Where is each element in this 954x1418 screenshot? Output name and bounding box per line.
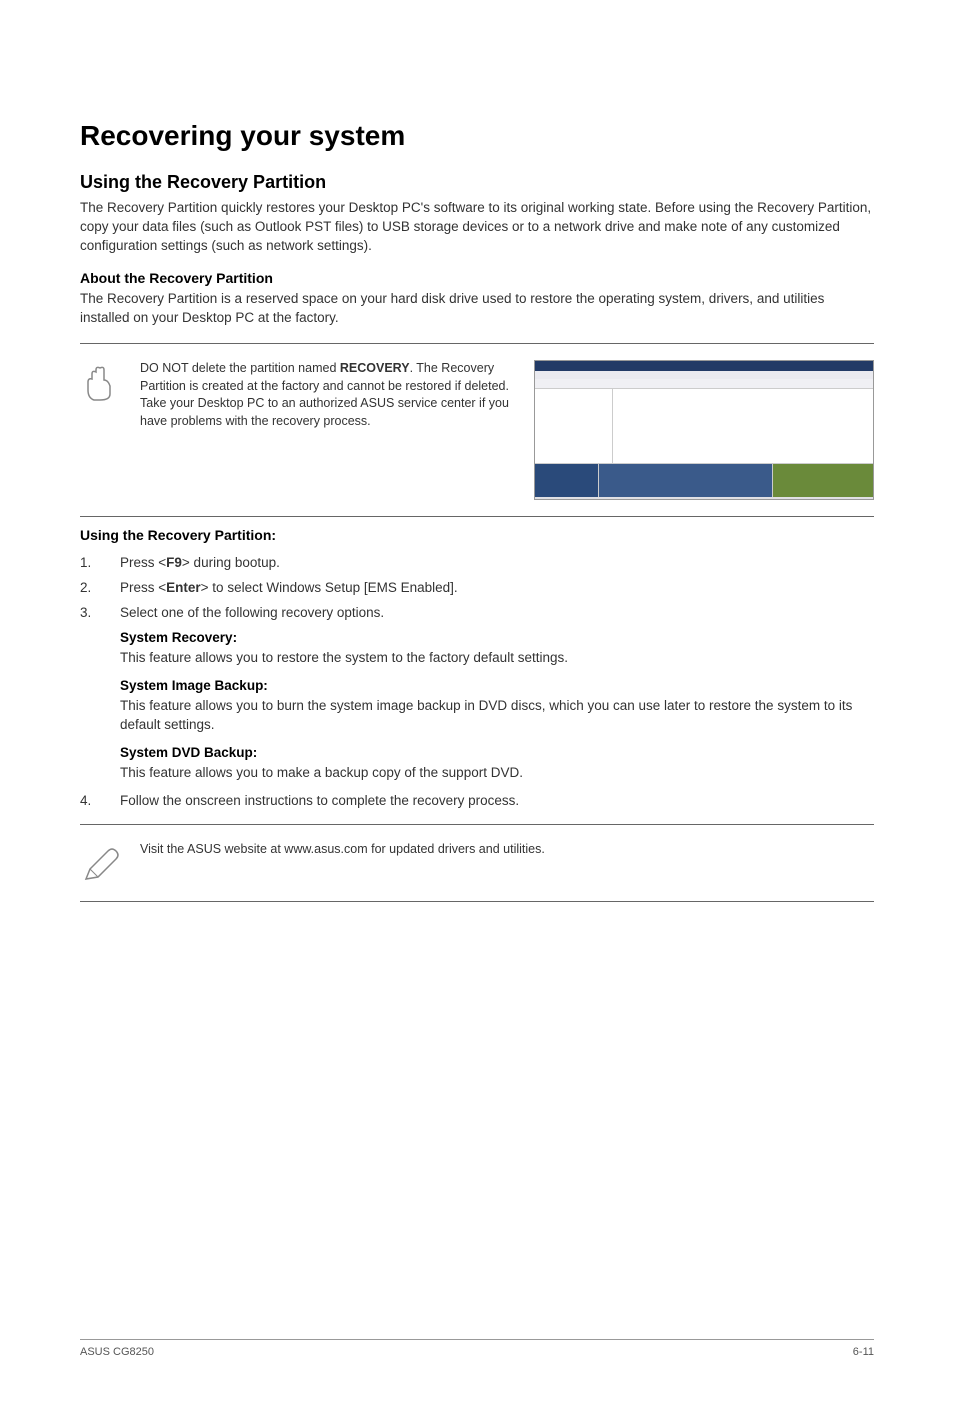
info-note: Visit the ASUS website at www.asus.com f…	[80, 841, 874, 885]
page-title: Recovering your system	[80, 120, 874, 152]
section-using-partition-text: The Recovery Partition quickly restores …	[80, 199, 874, 256]
step-body: Follow the onscreen instructions to comp…	[120, 793, 874, 808]
option-text: This feature allows you to burn the syst…	[120, 697, 874, 735]
step-number: 2.	[80, 580, 120, 595]
option-text: This feature allows you to make a backup…	[120, 764, 874, 783]
warning-text: DO NOT delete the partition named RECOVE…	[140, 360, 520, 430]
option-text: This feature allows you to restore the s…	[120, 649, 874, 668]
warning-pre: DO NOT delete the partition named	[140, 361, 340, 375]
section-about-partition-text: The Recovery Partition is a reserved spa…	[80, 290, 874, 328]
step-body: Press <F9> during bootup.	[120, 555, 874, 570]
step-body: Select one of the following recovery opt…	[120, 605, 874, 620]
warning-bold: RECOVERY	[340, 361, 410, 375]
option-head: System Image Backup:	[120, 678, 874, 693]
divider	[80, 343, 874, 344]
option-item: System DVD Backup: This feature allows y…	[120, 745, 874, 783]
hand-warning-icon	[80, 364, 120, 404]
pencil-icon	[80, 845, 120, 885]
info-text: Visit the ASUS website at www.asus.com f…	[140, 841, 545, 859]
option-head: System Recovery:	[120, 630, 874, 645]
section-using-partition-title: Using the Recovery Partition	[80, 172, 874, 193]
footer-product: ASUS CG8250	[80, 1346, 154, 1358]
option-head: System DVD Backup:	[120, 745, 874, 760]
step-key: Enter	[166, 580, 201, 595]
option-item: System Image Backup: This feature allows…	[120, 678, 874, 735]
step-item: 1. Press <F9> during bootup.	[80, 555, 874, 570]
step-number: 1.	[80, 555, 120, 570]
step-number: 4.	[80, 793, 120, 808]
divider	[80, 516, 874, 517]
step-item: 2. Press <Enter> to select Windows Setup…	[80, 580, 874, 595]
step-pre: Press <	[120, 580, 166, 595]
step-number: 3.	[80, 605, 120, 620]
footer-page-number: 6-11	[853, 1346, 874, 1358]
divider	[80, 901, 874, 902]
step-key: F9	[166, 555, 182, 570]
divider	[80, 824, 874, 825]
step-pre: Press <	[120, 555, 166, 570]
step-item: 3. Select one of the following recovery …	[80, 605, 874, 620]
disk-management-screenshot	[534, 360, 874, 500]
page-footer: ASUS CG8250 6-11	[80, 1339, 874, 1358]
warning-note: DO NOT delete the partition named RECOVE…	[80, 360, 874, 500]
using-partition-steps-title: Using the Recovery Partition:	[80, 527, 874, 543]
step-item: 4. Follow the onscreen instructions to c…	[80, 793, 874, 808]
option-item: System Recovery: This feature allows you…	[120, 630, 874, 668]
step-body: Press <Enter> to select Windows Setup [E…	[120, 580, 874, 595]
step-post: > to select Windows Setup [EMS Enabled].	[201, 580, 458, 595]
section-about-partition-title: About the Recovery Partition	[80, 270, 874, 286]
step-post: > during bootup.	[182, 555, 280, 570]
